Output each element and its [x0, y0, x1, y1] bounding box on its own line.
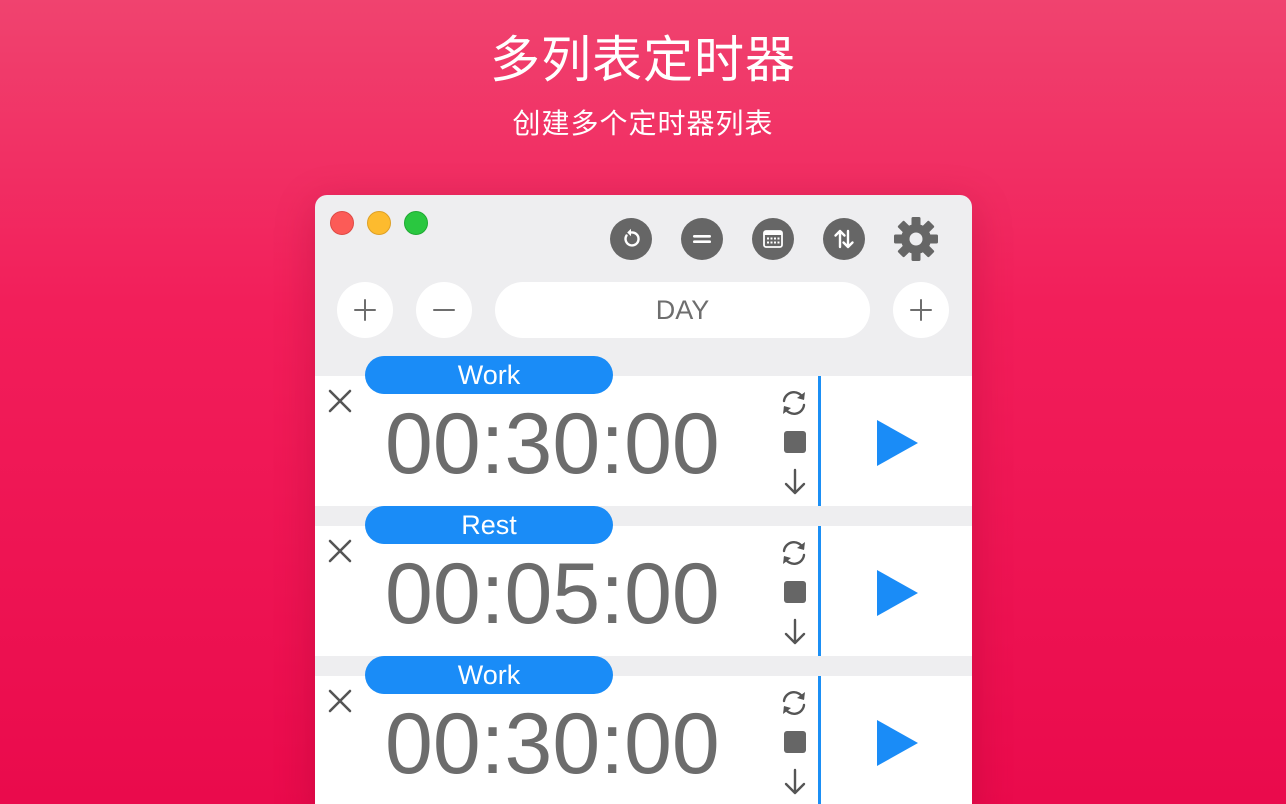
repeat-icon[interactable] [778, 688, 810, 718]
promo-subtitle: 创建多个定时器列表 [512, 107, 774, 140]
repeat-icon[interactable] [778, 538, 810, 568]
close-window-button[interactable] [330, 211, 354, 235]
arrow-down-icon[interactable] [782, 468, 808, 496]
play-icon[interactable] [873, 568, 921, 618]
arrow-down-icon[interactable] [782, 618, 808, 646]
timer-label[interactable]: Work [365, 356, 613, 394]
timer-row: Work 00:30:00 [315, 656, 972, 804]
timer-row: Rest 00:05:00 [315, 506, 972, 656]
close-icon[interactable] [327, 388, 353, 414]
zoom-window-button[interactable] [404, 211, 428, 235]
play-icon[interactable] [873, 418, 921, 468]
close-icon[interactable] [327, 688, 353, 714]
add-list-button[interactable] [893, 282, 949, 338]
reset-button[interactable] [610, 218, 652, 260]
close-icon[interactable] [327, 538, 353, 564]
reset-icon [624, 228, 640, 247]
sort-icon [834, 229, 854, 249]
stop-icon[interactable] [784, 431, 806, 453]
list-mode-button[interactable] [681, 218, 723, 260]
list-name-field[interactable]: DAY [495, 282, 870, 338]
add-timer-button[interactable] [337, 282, 393, 338]
minimize-window-button[interactable] [367, 211, 391, 235]
minus-icon [433, 309, 455, 311]
repeat-icon[interactable] [778, 388, 810, 418]
timer-display[interactable]: 00:30:00 [385, 394, 747, 494]
gear-icon[interactable] [893, 216, 939, 262]
play-icon[interactable] [873, 718, 921, 768]
stop-icon[interactable] [784, 581, 806, 603]
plus-icon [910, 299, 932, 321]
timer-display[interactable]: 00:05:00 [385, 544, 747, 644]
stop-icon[interactable] [784, 731, 806, 753]
plus-icon [354, 299, 376, 321]
arrow-down-icon[interactable] [782, 768, 808, 796]
timer-display[interactable]: 00:30:00 [385, 694, 747, 794]
calendar-button[interactable] [752, 218, 794, 260]
timer-label[interactable]: Work [365, 656, 613, 694]
remove-list-button[interactable] [416, 282, 472, 338]
timer-row: Work 00:30:00 [315, 356, 972, 506]
timer-app-window: DAY Work 00:30:00 Rest 00:05:00 Work 00:… [315, 195, 972, 804]
calendar-icon [763, 230, 783, 248]
list-icon [693, 235, 711, 243]
timer-label[interactable]: Rest [365, 506, 613, 544]
promo-headline: 多列表定时器 [490, 31, 796, 89]
sort-button[interactable] [823, 218, 865, 260]
